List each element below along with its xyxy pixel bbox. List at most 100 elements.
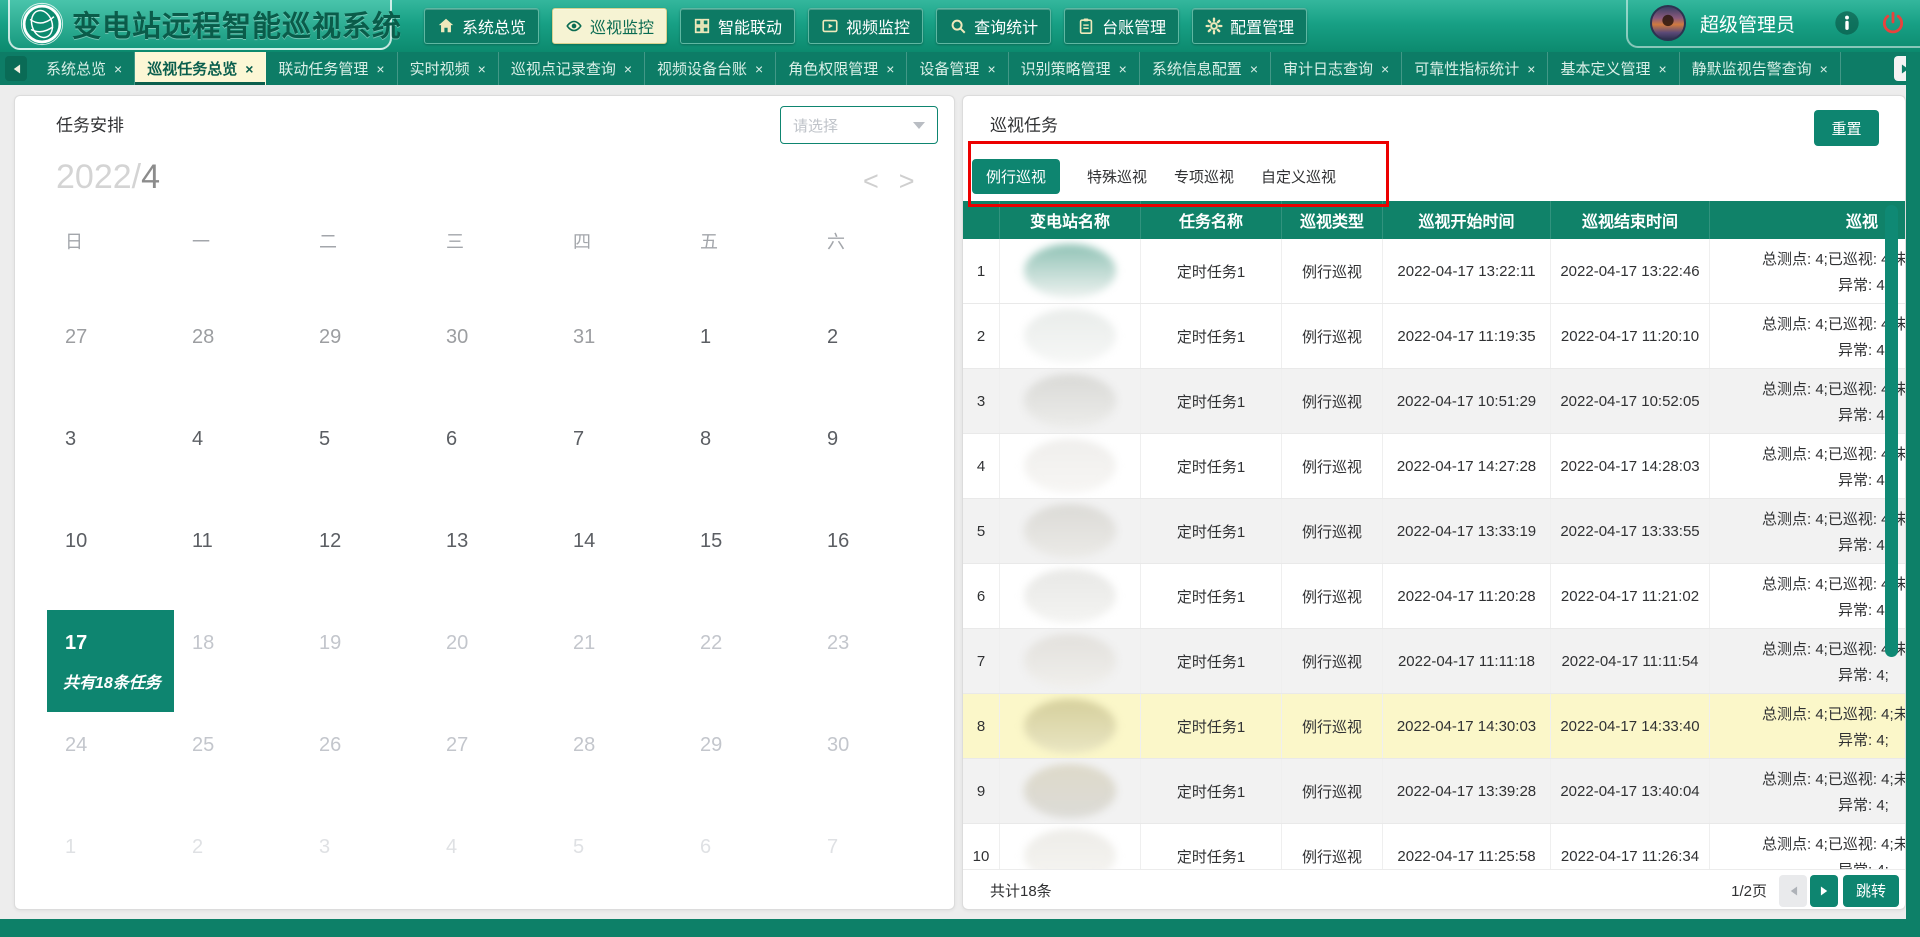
calendar-day[interactable]: 28 bbox=[174, 304, 301, 406]
calendar-day[interactable]: 26 bbox=[301, 712, 428, 814]
table-row[interactable]: 5定时任务1例行巡视2022-04-17 13:33:192022-04-17 … bbox=[963, 499, 1906, 564]
tab-9[interactable]: 识别策略管理× bbox=[1009, 52, 1140, 85]
calendar-day[interactable]: 9 bbox=[809, 406, 936, 508]
calendar-day[interactable]: 27 bbox=[428, 712, 555, 814]
calendar-day[interactable]: 21 bbox=[555, 610, 682, 712]
close-icon[interactable]: × bbox=[1820, 62, 1828, 76]
tab-scroll-left-icon[interactable] bbox=[5, 56, 27, 81]
calendar-day[interactable]: 14 bbox=[555, 508, 682, 610]
calendar-day[interactable]: 1 bbox=[682, 304, 809, 406]
calendar-day[interactable]: 1 bbox=[47, 814, 174, 916]
close-icon[interactable]: × bbox=[1658, 62, 1666, 76]
calendar-day[interactable]: 30 bbox=[428, 304, 555, 406]
calendar-day[interactable]: 19 bbox=[301, 610, 428, 712]
table-row[interactable]: 10定时任务1例行巡视2022-04-17 11:25:582022-04-17… bbox=[963, 824, 1906, 869]
close-icon[interactable]: × bbox=[1250, 62, 1258, 76]
calendar-day[interactable]: 6 bbox=[682, 814, 809, 916]
table-row[interactable]: 8定时任务1例行巡视2022-04-17 14:30:032022-04-17 … bbox=[963, 694, 1906, 759]
nav-item-config-manage[interactable]: 配置管理 bbox=[1192, 8, 1307, 44]
logout-power-icon[interactable] bbox=[1880, 10, 1906, 36]
calendar-day[interactable]: 30 bbox=[809, 712, 936, 814]
tab-3[interactable]: 联动任务管理× bbox=[266, 52, 397, 85]
inspection-type-tab-3[interactable]: 专项巡视 bbox=[1174, 166, 1234, 187]
tab-13[interactable]: 基本定义管理× bbox=[1548, 52, 1679, 85]
calendar-day[interactable]: 29 bbox=[301, 304, 428, 406]
substation-select[interactable]: 请选择 bbox=[780, 106, 938, 144]
calendar-day[interactable]: 3 bbox=[301, 814, 428, 916]
nav-item-ledger-manage[interactable]: 台账管理 bbox=[1064, 8, 1179, 44]
tab-4[interactable]: 实时视频× bbox=[398, 52, 499, 85]
table-row[interactable]: 9定时任务1例行巡视2022-04-17 13:39:282022-04-17 … bbox=[963, 759, 1906, 824]
calendar-day[interactable]: 7 bbox=[555, 406, 682, 508]
next-month-icon[interactable]: > bbox=[899, 168, 915, 195]
calendar-day[interactable]: 24 bbox=[47, 712, 174, 814]
close-icon[interactable]: × bbox=[1119, 62, 1127, 76]
calendar-day[interactable]: 20 bbox=[428, 610, 555, 712]
calendar-day[interactable]: 18 bbox=[174, 610, 301, 712]
calendar-day[interactable]: 2 bbox=[809, 304, 936, 406]
jump-page-button[interactable]: 跳转 bbox=[1843, 875, 1899, 907]
calendar-day[interactable]: 3 bbox=[47, 406, 174, 508]
calendar-day[interactable]: 22 bbox=[682, 610, 809, 712]
calendar-day[interactable]: 11 bbox=[174, 508, 301, 610]
nav-item-smart-linkage[interactable]: 智能联动 bbox=[680, 8, 795, 44]
tab-14[interactable]: 静默监视告警查询× bbox=[1680, 52, 1841, 85]
tab-11[interactable]: 审计日志查询× bbox=[1271, 52, 1402, 85]
inspection-type-tab-1[interactable]: 例行巡视 bbox=[972, 159, 1060, 194]
tab-2[interactable]: 巡视任务总览× bbox=[135, 52, 266, 85]
page-scrollbar-track-vertical[interactable] bbox=[1906, 52, 1920, 937]
close-icon[interactable]: × bbox=[1527, 62, 1535, 76]
user-avatar[interactable] bbox=[1650, 5, 1686, 41]
tab-8[interactable]: 设备管理× bbox=[907, 52, 1008, 85]
calendar-day[interactable]: 29 bbox=[682, 712, 809, 814]
tab-1[interactable]: 系统总览× bbox=[34, 52, 135, 85]
calendar-day-selected[interactable]: 17共有18条任务 bbox=[47, 610, 174, 712]
calendar-day[interactable]: 13 bbox=[428, 508, 555, 610]
prev-page-button[interactable] bbox=[1779, 875, 1807, 907]
close-icon[interactable]: × bbox=[886, 62, 894, 76]
calendar-day[interactable]: 16 bbox=[809, 508, 936, 610]
inspection-type-tab-4[interactable]: 自定义巡视 bbox=[1261, 166, 1336, 187]
calendar-day[interactable]: 12 bbox=[301, 508, 428, 610]
table-row[interactable]: 6定时任务1例行巡视2022-04-17 11:20:282022-04-17 … bbox=[963, 564, 1906, 629]
close-icon[interactable]: × bbox=[987, 62, 995, 76]
tab-7[interactable]: 角色权限管理× bbox=[776, 52, 907, 85]
calendar-day[interactable]: 4 bbox=[174, 406, 301, 508]
close-icon[interactable]: × bbox=[245, 62, 253, 76]
calendar-day[interactable]: 10 bbox=[47, 508, 174, 610]
info-icon[interactable] bbox=[1834, 10, 1860, 36]
inspection-type-tab-2[interactable]: 特殊巡视 bbox=[1087, 166, 1147, 187]
close-icon[interactable]: × bbox=[478, 62, 486, 76]
tab-12[interactable]: 可靠性指标统计× bbox=[1402, 52, 1548, 85]
table-row[interactable]: 1定时任务1例行巡视2022-04-17 13:22:112022-04-17 … bbox=[963, 239, 1906, 304]
tab-10[interactable]: 系统信息配置× bbox=[1140, 52, 1271, 85]
calendar-day[interactable]: 2 bbox=[174, 814, 301, 916]
close-icon[interactable]: × bbox=[624, 62, 632, 76]
nav-item-patrol-monitor[interactable]: 巡视监控 bbox=[552, 8, 667, 44]
calendar-day[interactable]: 25 bbox=[174, 712, 301, 814]
table-row[interactable]: 7定时任务1例行巡视2022-04-17 11:11:182022-04-17 … bbox=[963, 629, 1906, 694]
table-row[interactable]: 4定时任务1例行巡视2022-04-17 14:27:282022-04-17 … bbox=[963, 434, 1906, 499]
table-scrollbar-thumb[interactable] bbox=[1885, 205, 1898, 657]
calendar-day[interactable]: 31 bbox=[555, 304, 682, 406]
tab-5[interactable]: 巡视点记录查询× bbox=[499, 52, 645, 85]
close-icon[interactable]: × bbox=[1381, 62, 1389, 76]
next-page-button[interactable] bbox=[1810, 875, 1838, 907]
calendar-day[interactable]: 27 bbox=[47, 304, 174, 406]
prev-month-icon[interactable]: < bbox=[863, 168, 879, 195]
table-row[interactable]: 2定时任务1例行巡视2022-04-17 11:19:352022-04-17 … bbox=[963, 304, 1906, 369]
reset-button[interactable]: 重置 bbox=[1814, 110, 1879, 146]
nav-item-query-statistics[interactable]: 查询统计 bbox=[936, 8, 1051, 44]
calendar-day[interactable]: 5 bbox=[301, 406, 428, 508]
nav-item-video-monitor[interactable]: 视频监控 bbox=[808, 8, 923, 44]
calendar-day[interactable]: 4 bbox=[428, 814, 555, 916]
nav-item-system-overview[interactable]: 系统总览 bbox=[424, 8, 539, 44]
close-icon[interactable]: × bbox=[755, 62, 763, 76]
calendar-day[interactable]: 6 bbox=[428, 406, 555, 508]
calendar-day[interactable]: 5 bbox=[555, 814, 682, 916]
calendar-day[interactable]: 7 bbox=[809, 814, 936, 916]
close-icon[interactable]: × bbox=[376, 62, 384, 76]
calendar-day[interactable]: 23 bbox=[809, 610, 936, 712]
tab-6[interactable]: 视频设备台账× bbox=[645, 52, 776, 85]
calendar-day[interactable]: 15 bbox=[682, 508, 809, 610]
